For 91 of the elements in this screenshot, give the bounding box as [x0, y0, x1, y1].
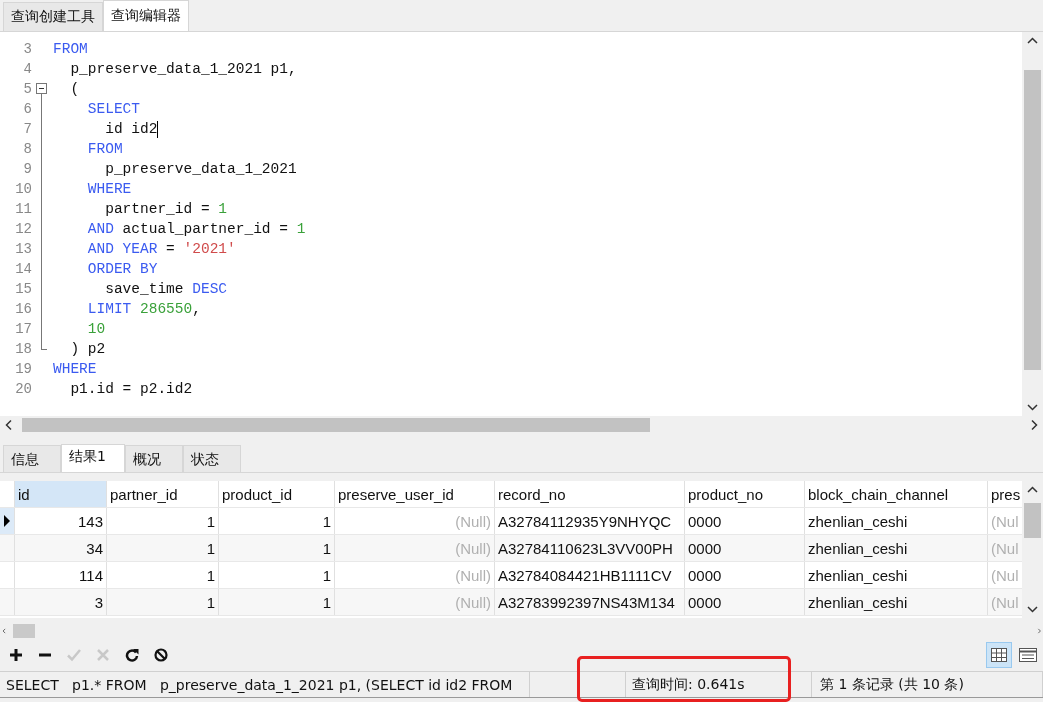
result-tab[interactable]: 信息	[3, 445, 61, 472]
table-cell: (Null)	[335, 562, 495, 588]
scrollbar-thumb[interactable]	[1024, 70, 1041, 370]
line-number: 18	[14, 341, 32, 357]
table-cell: 1	[219, 562, 335, 588]
editor-tab[interactable]: 查询创建工具	[3, 2, 103, 31]
result-tab[interactable]: 状态	[183, 445, 241, 472]
collapse-icon[interactable]	[36, 83, 47, 94]
code-line: id id2	[104, 120, 159, 138]
table-cell: 114	[15, 562, 107, 588]
table-cell: (Null)	[335, 535, 495, 561]
stop-icon[interactable]	[154, 648, 168, 662]
code-line: (	[69, 81, 80, 97]
code-line: p_preserve_data_1_2021	[104, 161, 297, 177]
table-cell: A32784084421HB1111CV	[495, 562, 685, 588]
column-header[interactable]: block_chain_channel	[805, 481, 988, 507]
row-indicator[interactable]	[0, 508, 15, 534]
query-time: 查询时间: 0.641s	[626, 672, 812, 697]
table-cell: 143	[15, 508, 107, 534]
code-line: FROM	[86, 141, 123, 157]
current-row-icon	[3, 515, 11, 527]
scrollbar-thumb[interactable]	[1024, 503, 1041, 538]
column-header[interactable]: product_no	[685, 481, 805, 507]
column-header[interactable]: product_id	[219, 481, 335, 507]
line-number: 8	[22, 141, 32, 157]
table-cell: zhenlian_ceshi	[805, 589, 988, 615]
refresh-icon[interactable]	[125, 648, 139, 662]
line-number: 12	[14, 221, 32, 237]
line-number: 16	[14, 301, 32, 317]
scrollbar-thumb[interactable]	[22, 418, 650, 432]
table-cell: 3	[15, 589, 107, 615]
code-line: AND YEAR = '2021'	[86, 241, 236, 257]
grid-view-icon[interactable]	[986, 642, 1012, 668]
table-cell: zhenlian_ceshi	[805, 562, 988, 588]
line-number: 15	[14, 281, 32, 297]
line-number: 11	[14, 201, 32, 217]
table-cell: 0000	[685, 589, 805, 615]
scrollbar-thumb[interactable]	[12, 624, 35, 638]
code-line: p1.id = p2.id2	[69, 381, 193, 397]
line-number: 5	[22, 81, 32, 97]
result-tab[interactable]: 结果1	[61, 444, 125, 472]
table-cell: 34	[15, 535, 107, 561]
line-number: 3	[22, 41, 32, 57]
line-number: 13	[14, 241, 32, 257]
table-cell: zhenlian_ceshi	[805, 508, 988, 534]
table-cell: (Null)	[335, 508, 495, 534]
table-cell: 0000	[685, 535, 805, 561]
table-cell: (Null)	[335, 589, 495, 615]
table-cell: 1	[219, 589, 335, 615]
table-cell: A32783992397NS43M134	[495, 589, 685, 615]
code-line: AND actual_partner_id = 1	[86, 221, 306, 237]
table-cell: A32784112935Y9NHYQC	[495, 508, 685, 534]
table-cell: 1	[219, 508, 335, 534]
code-line: 10	[86, 321, 106, 337]
result-tab[interactable]: 概况	[125, 445, 183, 472]
add-icon[interactable]	[9, 648, 23, 662]
table-cell: A32784110623L3VV00PH	[495, 535, 685, 561]
line-number: 19	[14, 361, 32, 377]
code-line: p_preserve_data_1_2021 p1,	[69, 61, 297, 77]
code-line: WHERE	[86, 181, 132, 197]
table-cell: 1	[107, 562, 219, 588]
code-line: save_time DESC	[104, 281, 228, 297]
record-count: 第 1 条记录 (共 10 条)	[812, 672, 1043, 697]
table-cell: 1	[107, 508, 219, 534]
code-line: partner_id = 1	[104, 201, 228, 217]
line-number: 20	[14, 381, 32, 397]
table-cell: 0000	[685, 508, 805, 534]
table-cell: 1	[219, 535, 335, 561]
line-number: 4	[22, 61, 32, 77]
editor-tab[interactable]: 查询编辑器	[103, 0, 189, 31]
table-cell: 1	[107, 535, 219, 561]
status-sql: SELECT p1.* FROM p_preserve_data_1_2021 p1, (SELECT id id2 FROM	[0, 672, 530, 697]
column-header[interactable]: preserve_user_id	[335, 481, 495, 507]
code-line: SELECT	[86, 101, 140, 117]
line-number: 17	[14, 321, 32, 337]
line-number: 14	[14, 261, 32, 277]
line-number: 9	[22, 161, 32, 177]
column-header[interactable]: record_no	[495, 481, 685, 507]
table-cell: zhenlian_ceshi	[805, 535, 988, 561]
code-line: ) p2	[69, 341, 106, 357]
code-line: FROM	[53, 41, 88, 57]
column-header[interactable]: id	[15, 481, 107, 507]
line-number: 7	[22, 121, 32, 137]
table-cell: 1	[107, 589, 219, 615]
column-header[interactable]: partner_id	[107, 481, 219, 507]
code-line: WHERE	[53, 361, 97, 377]
code-line: LIMIT 286550,	[86, 301, 201, 317]
line-number: 10	[14, 181, 32, 197]
line-number: 6	[22, 101, 32, 117]
code-line: ORDER BY	[86, 261, 158, 277]
table-cell: 0000	[685, 562, 805, 588]
